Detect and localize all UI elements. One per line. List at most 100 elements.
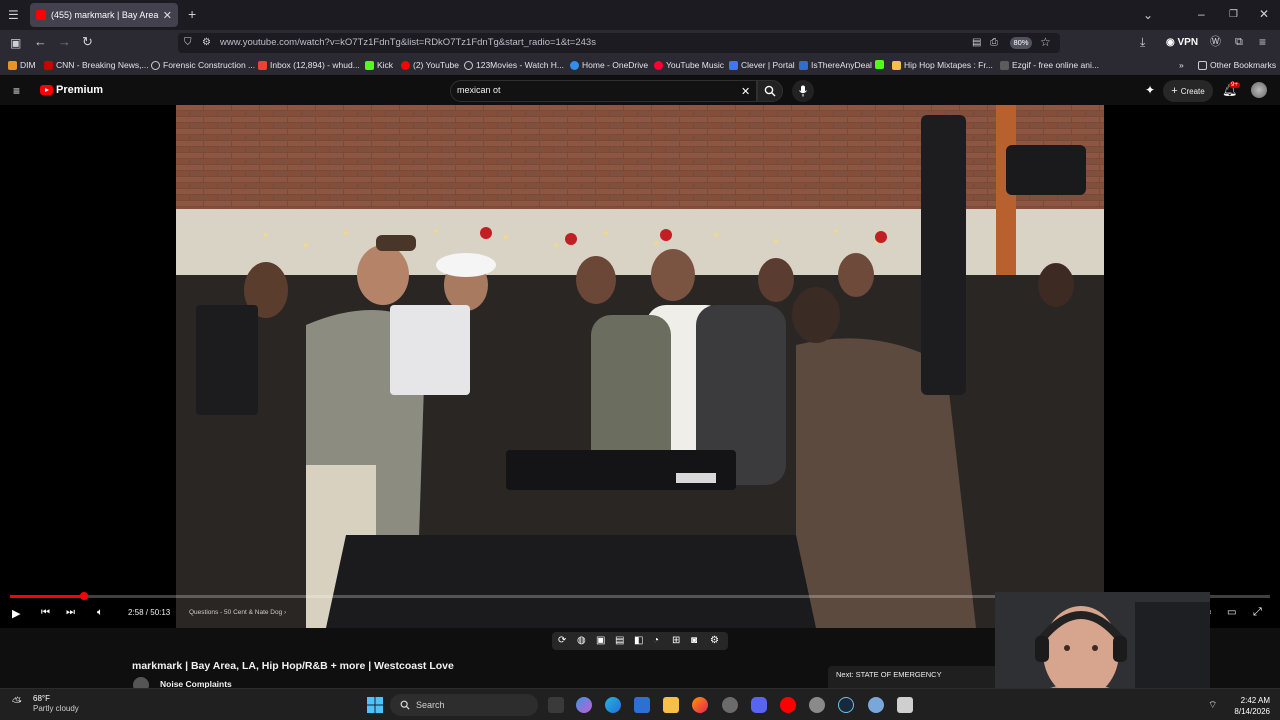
list-all-tabs-icon[interactable]: ⌄ bbox=[1143, 9, 1153, 21]
bookmark-dim[interactable]: DIM bbox=[8, 60, 36, 70]
play-icon[interactable]: ▶ bbox=[12, 607, 20, 620]
store-icon[interactable] bbox=[634, 697, 650, 713]
reload-icon[interactable]: ↻ bbox=[82, 35, 93, 48]
tab-title: (455) markmark | Bay Area, LA, H bbox=[51, 10, 159, 20]
bookmark-ezgif[interactable]: Ezgif - free online ani... bbox=[1000, 60, 1099, 70]
kick-icon bbox=[875, 60, 884, 69]
bookmark-onedrive[interactable]: Home - OneDrive bbox=[570, 60, 648, 70]
ai-sparkle-icon[interactable]: ✦ bbox=[1145, 84, 1155, 96]
discord-icon[interactable] bbox=[751, 697, 767, 713]
app-icon[interactable] bbox=[809, 697, 825, 713]
plus-icon: + bbox=[1171, 85, 1178, 97]
close-tab-icon[interactable]: ✕ bbox=[163, 9, 172, 22]
url-text: www.youtube.com/watch?v=kO7Tz1FdnTg&list… bbox=[220, 37, 596, 48]
gear-app-icon[interactable] bbox=[868, 697, 884, 713]
zoom-level[interactable]: 80% bbox=[1010, 37, 1032, 49]
scrubber-handle[interactable] bbox=[80, 592, 89, 600]
globe-icon bbox=[464, 60, 473, 70]
bookmark-gmail[interactable]: Inbox (12,894) - whud... bbox=[258, 60, 360, 70]
create-button[interactable]: + Create bbox=[1163, 80, 1213, 102]
profile-icon[interactable]: Ⓦ bbox=[1210, 36, 1221, 48]
vpn-icon: ◉ bbox=[1166, 37, 1175, 48]
audio-icon[interactable]: ◍ bbox=[577, 635, 586, 646]
volume-icon[interactable]: 🔈︎ bbox=[97, 607, 103, 618]
youtube-app-icon[interactable] bbox=[780, 697, 796, 713]
bookmark-kick[interactable]: Kick bbox=[365, 60, 393, 70]
vpn-button[interactable]: ◉ VPN bbox=[1166, 37, 1198, 48]
windows-start-icon[interactable] bbox=[367, 697, 383, 713]
bookmark-hiphop[interactable]: Hip Hop Mixtapes : Fr... bbox=[892, 60, 993, 70]
address-bar[interactable]: ⛉ ⚙ www.youtube.com/watch?v=kO7Tz1FdnTg&… bbox=[178, 33, 1060, 53]
bookmark-clever[interactable]: Clever | Portal bbox=[729, 60, 795, 70]
save-page-icon[interactable]: ⎙ bbox=[990, 37, 998, 49]
reader-view-icon[interactable]: ▤ bbox=[972, 37, 981, 49]
folder-icon bbox=[1198, 60, 1207, 70]
hamburger-menu-icon[interactable]: ≡ bbox=[13, 85, 20, 97]
maximize-icon[interactable]: ❐ bbox=[1229, 9, 1238, 21]
fullscreen-icon[interactable]: ⤢ bbox=[1253, 606, 1262, 619]
task-view-icon[interactable] bbox=[548, 697, 564, 713]
search-button[interactable] bbox=[757, 80, 783, 102]
youtube-favicon-icon bbox=[36, 10, 46, 20]
screenshot-icon[interactable]: ▣ bbox=[596, 635, 605, 646]
browser-tab[interactable]: (455) markmark | Bay Area, LA, H ✕ bbox=[30, 3, 178, 27]
tab-list-icon[interactable]: ☰ bbox=[8, 9, 19, 21]
camera-icon[interactable]: ◙ bbox=[691, 635, 697, 646]
previous-icon[interactable]: ⏮ bbox=[41, 607, 50, 618]
downloads-icon[interactable]: ⤓ bbox=[1140, 36, 1145, 48]
bookmarks-bar: DIM CNN - Breaking News,... Forensic Con… bbox=[0, 56, 1280, 76]
bookmark-cnn[interactable]: CNN - Breaking News,... bbox=[44, 60, 149, 70]
gear-icon[interactable]: ⚙ bbox=[710, 635, 719, 646]
bookmark-youtube-music[interactable]: YouTube Music bbox=[654, 60, 724, 70]
other-bookmarks[interactable]: Other Bookmarks bbox=[1198, 60, 1276, 70]
chapter-title[interactable]: Questions - 50 Cent & Nate Dog › bbox=[189, 609, 286, 616]
app-menu-icon[interactable]: ≡ bbox=[1259, 36, 1266, 48]
bookmark-youtube[interactable]: (2) YouTube bbox=[401, 60, 459, 70]
theater-mode-icon[interactable]: ▭ bbox=[1227, 607, 1236, 618]
network-icon[interactable]: ⌔ bbox=[1208, 700, 1217, 712]
cinema-icon[interactable]: ▤ bbox=[615, 635, 624, 646]
minimize-icon[interactable]: – bbox=[1198, 8, 1205, 20]
search-input[interactable] bbox=[457, 85, 727, 95]
youtube-logo[interactable]: Premium bbox=[40, 84, 103, 96]
bookmark-123movies[interactable]: 123Movies - Watch H... bbox=[464, 60, 564, 70]
speed-icon[interactable]: ◔ bbox=[653, 635, 659, 646]
video-frame[interactable] bbox=[176, 105, 1104, 628]
extension-toolbar: ⟳ ◍ ▣ ▤ ◧ ◔ ⊞ ◙ ⚙ bbox=[552, 632, 728, 650]
copilot-icon[interactable] bbox=[576, 697, 592, 713]
forward-icon[interactable]: → bbox=[58, 35, 71, 48]
video-player[interactable]: ▶ ⏮ ⏭ 🔈︎ 2:58 / 50:13 Questions - 50 Cen… bbox=[0, 105, 1280, 628]
clear-search-icon[interactable]: ✕ bbox=[741, 86, 750, 98]
sidebar-icon[interactable]: ▣ bbox=[10, 37, 21, 49]
taskbar-search[interactable]: Search bbox=[390, 694, 538, 716]
shield-icon[interactable]: ⛉ bbox=[184, 37, 192, 49]
bookmark-forensic[interactable]: Forensic Construction ... bbox=[151, 60, 255, 70]
more-bookmarks-icon[interactable]: » bbox=[1179, 60, 1184, 70]
weather-condition: Partly cloudy bbox=[33, 704, 79, 713]
aspect-icon[interactable]: ◧ bbox=[634, 635, 643, 646]
edge-icon[interactable] bbox=[605, 697, 621, 713]
snipping-tool-icon[interactable] bbox=[897, 697, 913, 713]
close-window-icon[interactable]: ✕ bbox=[1259, 8, 1269, 20]
loop-icon[interactable]: ⟳ bbox=[558, 635, 566, 646]
bookmark-isthereanydeal[interactable]: IsThereAnyDeal bbox=[799, 60, 872, 70]
extensions-icon[interactable]: ⧉ bbox=[1235, 36, 1243, 48]
next-icon[interactable]: ⏭ bbox=[66, 607, 75, 618]
search-box[interactable]: ✕ bbox=[450, 80, 757, 102]
back-icon[interactable]: ← bbox=[34, 35, 47, 48]
new-tab-icon[interactable]: + bbox=[188, 7, 196, 21]
ezgif-icon bbox=[1000, 60, 1009, 70]
popup-icon[interactable]: ⊞ bbox=[672, 635, 680, 646]
steam-icon[interactable] bbox=[838, 697, 854, 713]
system-clock[interactable]: 2:42 AM 8/14/2026 bbox=[1226, 695, 1270, 717]
bookmark-kick-2[interactable] bbox=[875, 60, 887, 69]
weather-widget[interactable]: ⛅︎ 68°F Partly cloudy bbox=[12, 694, 79, 714]
voice-search-button[interactable] bbox=[792, 80, 814, 102]
account-avatar[interactable] bbox=[1251, 82, 1267, 98]
bookmark-star-icon[interactable]: ☆ bbox=[1040, 36, 1051, 48]
clever-icon bbox=[729, 60, 738, 70]
settings-app-icon[interactable] bbox=[722, 697, 738, 713]
file-explorer-icon[interactable] bbox=[663, 697, 679, 713]
site-permissions-icon[interactable]: ⚙ bbox=[202, 37, 211, 49]
firefox-icon[interactable] bbox=[692, 697, 708, 713]
